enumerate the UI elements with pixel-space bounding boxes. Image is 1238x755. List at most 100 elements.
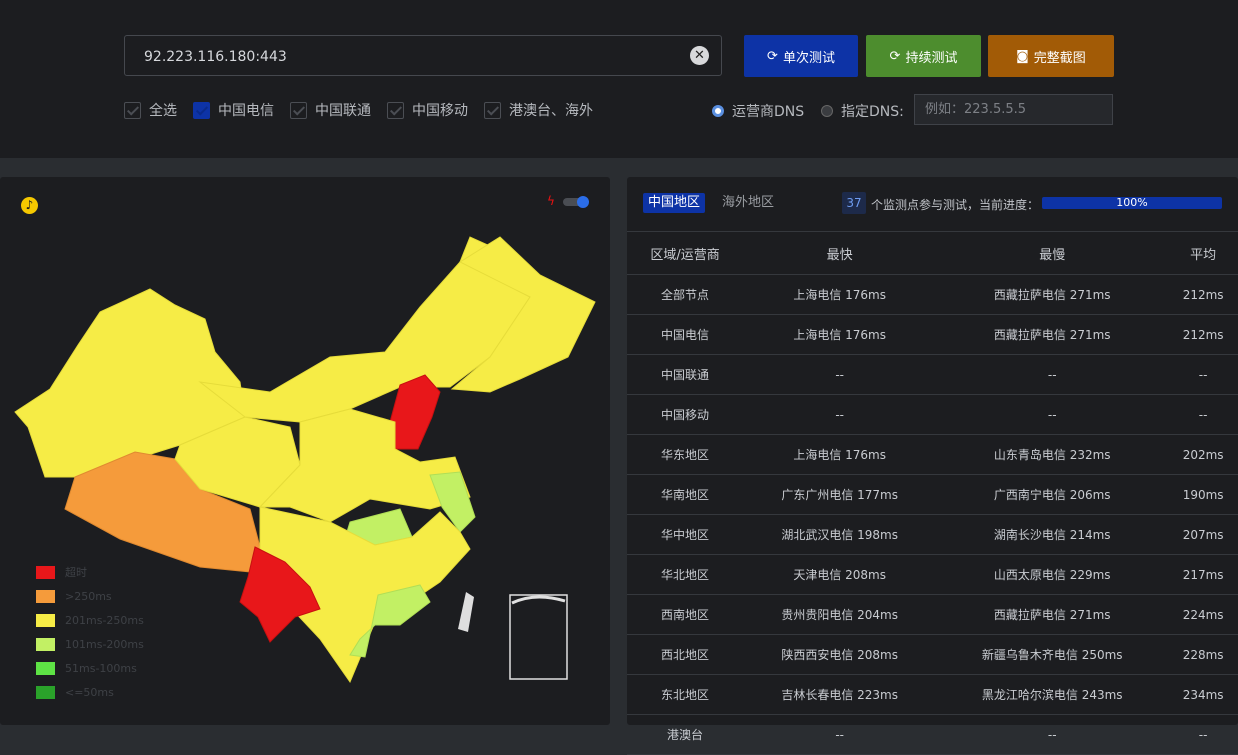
legend-label: <=50ms [65, 685, 114, 699]
table-body: 全部节点 上海电信 176ms 西藏拉萨电信 271ms 212ms 中国电信 上海电信 … [627, 274, 1238, 755]
table-cell: 中国移动 [627, 394, 744, 435]
checkbox-icon[interactable] [124, 101, 141, 119]
radio-custom-dns[interactable]: 指定DNS: [821, 101, 904, 121]
table-cell: 湖南长沙电信 214ms [936, 514, 1169, 555]
table-cell: -- [936, 394, 1169, 435]
continuous-test-button[interactable]: ⟳ 持续测试 [866, 35, 981, 77]
table-row: 华南地区 广东广州电信 177ms 广西南宁电信 206ms 190ms [627, 474, 1238, 515]
tab-china[interactable]: 中国地区 [643, 193, 706, 213]
filter-unicom[interactable]: 中国联通 [290, 100, 371, 120]
filter-label: 全选 [149, 103, 177, 119]
table-cell: 全部节点 [627, 274, 744, 315]
table-cell: 华东地区 [627, 434, 744, 475]
radio-icon[interactable] [821, 105, 833, 117]
map-region-taiwan [458, 592, 474, 632]
header-average: 平均 [1168, 231, 1238, 275]
table-cell: 西藏拉萨电信 271ms [936, 594, 1169, 635]
table-cell: -- [1168, 394, 1238, 435]
table-cell: -- [936, 354, 1169, 395]
filter-label: 港澳台、海外 [509, 103, 593, 119]
table-cell: 212ms [1168, 314, 1238, 355]
table-row: 华东地区 上海电信 176ms 山东青岛电信 232ms 202ms [627, 434, 1238, 475]
single-test-button[interactable]: ⟳ 单次测试 [744, 35, 858, 77]
header-fastest: 最快 [743, 231, 937, 275]
table-cell: 湖北武汉电信 198ms [743, 514, 937, 555]
table-cell: 新疆乌鲁木齐电信 250ms [936, 634, 1169, 675]
screenshot-label: 完整截图 [1033, 50, 1086, 66]
table-cell: -- [1168, 714, 1238, 755]
table-cell: 陕西西安电信 208ms [743, 634, 937, 675]
map-inset-south-china-sea [509, 594, 568, 680]
table-cell: 港澳台 [627, 714, 744, 755]
clear-icon[interactable]: ✕ [690, 46, 709, 65]
results-table: 区域/运营商 最快 最慢 平均 全部节点 上海电信 176ms 西藏拉萨电信 271… [627, 231, 1238, 755]
header-region: 区域/运营商 [627, 231, 744, 275]
address-input[interactable] [125, 36, 706, 77]
table-row: 东北地区 吉林长春电信 223ms 黑龙江哈尔滨电信 243ms 234ms [627, 674, 1238, 715]
table-cell: 207ms [1168, 514, 1238, 555]
legend-swatch [36, 565, 55, 579]
legend-label: 101ms-200ms [65, 637, 144, 651]
radio-label: 运营商DNS [732, 104, 805, 120]
filter-telecom[interactable]: 中国电信 [193, 100, 274, 120]
legend-swatch [36, 613, 55, 627]
continuous-test-label: 持续测试 [905, 50, 958, 66]
table-cell: -- [1168, 354, 1238, 395]
filter-mobile[interactable]: 中国移动 [387, 100, 468, 120]
table-cell: 上海电信 176ms [743, 434, 937, 475]
legend-item: 超时 [36, 560, 144, 584]
filter-overseas[interactable]: 港澳台、海外 [484, 100, 593, 120]
table-cell: 212ms [1168, 274, 1238, 315]
progress-label: 个监测点参与测试，当前进度： [871, 198, 1040, 212]
legend-label: 超时 [65, 566, 87, 579]
table-cell: 西藏拉萨电信 271ms [936, 274, 1169, 315]
tab-overseas[interactable]: 海外地区 [717, 193, 779, 213]
table-cell: 山东青岛电信 232ms [936, 434, 1169, 475]
table-cell: 217ms [1168, 554, 1238, 595]
radio-isp-dns[interactable]: 运营商DNS [712, 101, 804, 121]
table-cell: 202ms [1168, 434, 1238, 475]
table-header-row: 区域/运营商 最快 最慢 平均 [627, 231, 1238, 275]
table-cell: 华北地区 [627, 554, 744, 595]
header-slowest: 最慢 [936, 231, 1169, 275]
checkbox-icon[interactable] [290, 101, 307, 119]
checkbox-icon[interactable] [193, 101, 210, 119]
table-row: 港澳台 -- -- -- [627, 714, 1238, 755]
table-cell: 190ms [1168, 474, 1238, 515]
checkbox-icon[interactable] [484, 101, 501, 119]
checkbox-icon[interactable] [387, 101, 404, 119]
filter-label: 中国移动 [412, 103, 468, 119]
legend-item: 101ms-200ms [36, 632, 144, 656]
table-cell: 西南地区 [627, 594, 744, 635]
table-row: 中国电信 上海电信 176ms 西藏拉萨电信 271ms 212ms [627, 314, 1238, 355]
legend-swatch [36, 685, 55, 699]
legend-swatch [36, 637, 55, 651]
camera-icon: ◙ [1016, 48, 1029, 64]
table-row: 全部节点 上海电信 176ms 西藏拉萨电信 271ms 212ms [627, 274, 1238, 315]
table-cell: -- [743, 354, 937, 395]
table-cell: 东北地区 [627, 674, 744, 715]
progress-bar: 100% [1042, 197, 1222, 209]
radio-icon[interactable] [712, 105, 724, 117]
table-row: 华北地区 天津电信 208ms 山西太原电信 229ms 217ms [627, 554, 1238, 595]
top-toolbar [0, 0, 1238, 158]
filter-select-all[interactable]: 全选 [124, 100, 177, 120]
refresh-icon: ⟳ [767, 48, 778, 64]
table-cell: 吉林长春电信 223ms [743, 674, 937, 715]
legend-label: 201ms-250ms [65, 613, 144, 627]
single-test-label: 单次测试 [782, 50, 835, 66]
table-cell: 贵州贵阳电信 204ms [743, 594, 937, 635]
table-cell: 天津电信 208ms [743, 554, 937, 595]
legend-label: 51ms-100ms [65, 661, 137, 675]
table-cell: -- [743, 714, 937, 755]
legend-item: <=50ms [36, 680, 144, 704]
custom-dns-input[interactable]: 例如：223.5.5.5 [914, 94, 1113, 125]
filter-label: 中国电信 [218, 103, 274, 119]
table-cell: 西北地区 [627, 634, 744, 675]
legend-item: 51ms-100ms [36, 656, 144, 680]
map-legend: 超时 >250ms 201ms-250ms 101ms-200ms 51ms-1… [36, 560, 144, 704]
table-row: 中国联通 -- -- -- [627, 354, 1238, 395]
table-cell: 中国联通 [627, 354, 744, 395]
table-cell: 224ms [1168, 594, 1238, 635]
full-screenshot-button[interactable]: ◙ 完整截图 [988, 35, 1114, 77]
